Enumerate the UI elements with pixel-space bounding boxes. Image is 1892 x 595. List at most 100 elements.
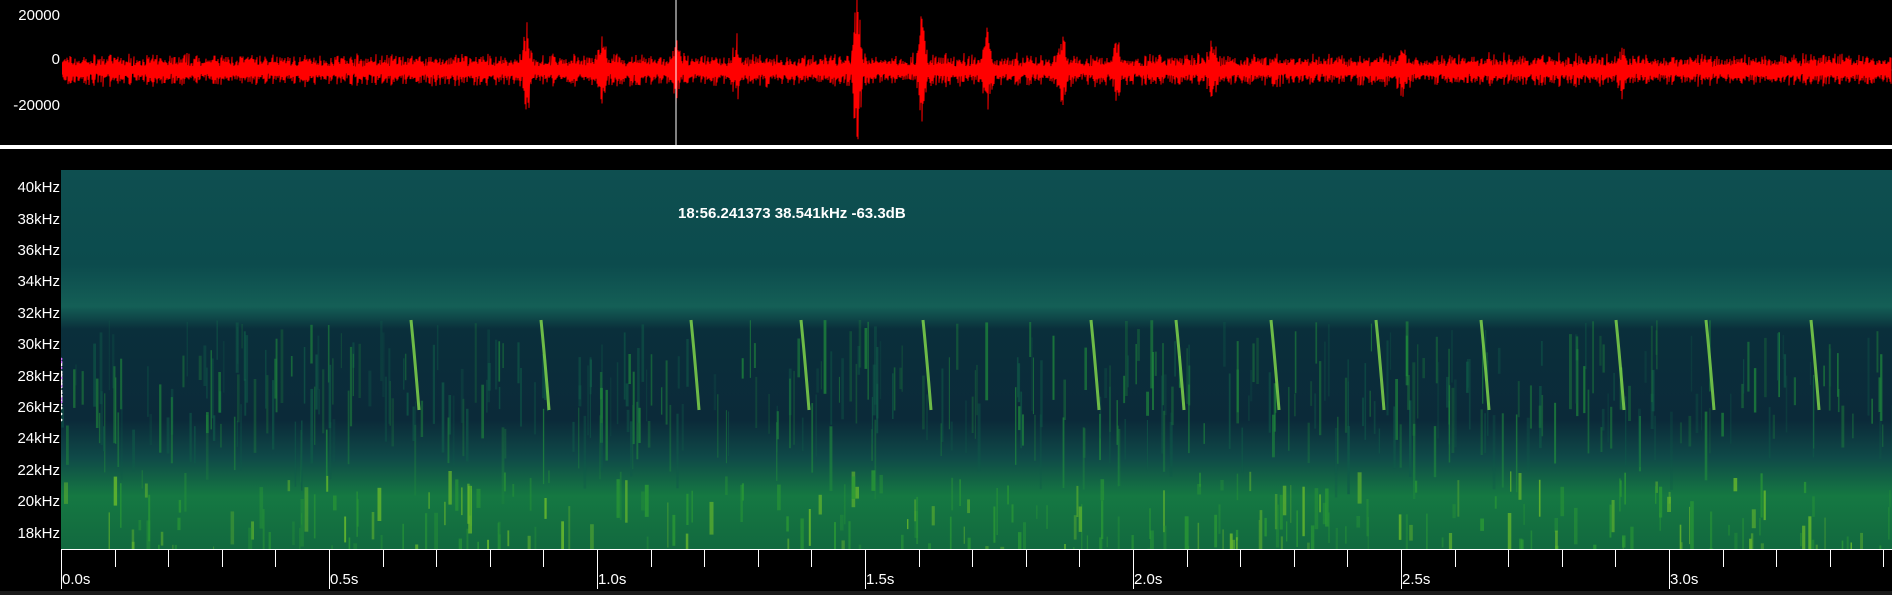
low-band-noise (1236, 473, 1239, 501)
low-band-noise (843, 484, 846, 525)
spectral-streak (501, 427, 505, 505)
low-band-noise (568, 506, 571, 549)
low-band-noise (1073, 515, 1077, 540)
low-band-noise (108, 512, 110, 549)
low-band-noise (1555, 530, 1558, 549)
low-band-noise (184, 473, 187, 512)
spectral-streak (1186, 348, 1188, 404)
spectral-streak (741, 358, 744, 379)
spectral-streak (1029, 322, 1032, 357)
low-band-noise (144, 483, 148, 498)
spectral-streak (1082, 427, 1085, 490)
spectral-streak (628, 354, 631, 384)
spectral-streak (1587, 389, 1590, 454)
spectral-streak (382, 332, 385, 397)
spectral-streak (768, 394, 770, 434)
spectral-streak (1575, 334, 1578, 404)
spectral-streak (222, 341, 225, 393)
spectral-streak (358, 343, 361, 398)
freq-label-22khz: 22kHz (17, 462, 60, 479)
spectral-streak (755, 376, 758, 428)
low-band-noise (529, 477, 532, 511)
low-band-noise (304, 487, 309, 532)
spectral-streak (922, 375, 925, 430)
low-band-noise (64, 482, 68, 504)
spectral-streak (676, 413, 679, 489)
low-band-noise (1507, 513, 1512, 549)
spectral-streak (976, 364, 978, 416)
low-band-noise (709, 501, 714, 535)
spectral-streak (113, 366, 116, 444)
spectral-streak (1600, 427, 1603, 452)
spectral-streak (212, 415, 216, 441)
spectral-streak (66, 425, 69, 465)
low-band-noise (476, 488, 481, 508)
low-band-noise (1690, 501, 1694, 549)
low-band-noise (725, 476, 728, 495)
spectral-streak (415, 401, 417, 442)
spectral-streak (100, 391, 103, 445)
spectral-streak (380, 320, 383, 382)
spectral-streak (965, 400, 968, 454)
waveform-panel[interactable]: 20000 0 -20000 (0, 0, 1892, 145)
spectral-streak (253, 379, 257, 453)
time-axis[interactable]: 0.0s 0.5s 1.0s 1.5s 2.0s 2.5s 3.0s (61, 549, 1892, 595)
low-band-noise (841, 540, 845, 549)
spectral-streak (347, 390, 350, 465)
spectral-streak (504, 428, 507, 459)
spectral-streak (147, 366, 149, 417)
spectral-streak (1018, 406, 1021, 431)
freq-label-38khz: 38kHz (17, 211, 60, 228)
freq-label-26khz: 26kHz (17, 399, 60, 416)
spectral-streak (830, 351, 833, 425)
spectral-streak (1170, 412, 1173, 467)
spectral-streak (1871, 398, 1873, 424)
spectral-streak (1638, 408, 1641, 468)
spectral-streak (1721, 412, 1724, 437)
spectral-streak (1104, 368, 1108, 398)
spectral-streak (322, 369, 325, 434)
low-band-noise (1622, 535, 1626, 548)
low-band-noise (1345, 526, 1347, 544)
spectral-streak (236, 326, 239, 364)
low-band-noise (959, 479, 961, 506)
spectral-streak (103, 426, 105, 452)
detection-marker (61, 370, 63, 374)
spectral-streak (1823, 365, 1825, 387)
spectral-streak (1867, 337, 1870, 416)
spectral-streak (1344, 377, 1348, 433)
spectrogram-panel[interactable]: 40kHz 38kHz 36kHz 34kHz 32kHz 30kHz 28kH… (0, 149, 1892, 595)
waveform-trace[interactable] (62, 0, 1892, 145)
spectral-streak (625, 383, 629, 407)
freq-label-18khz: 18kHz (17, 525, 60, 542)
spectral-streak (194, 426, 196, 464)
spectral-streak (616, 362, 619, 425)
spectral-streak (391, 398, 394, 447)
spectral-streak (647, 421, 651, 448)
spectral-streak (170, 397, 173, 464)
low-band-noise (326, 475, 329, 492)
spectral-streak (948, 357, 950, 430)
spectral-streak (1362, 397, 1364, 427)
spectral-streak (717, 394, 719, 458)
spectral-streak (447, 417, 450, 464)
spectral-streak (1124, 419, 1126, 460)
horizontal-scrollbar[interactable] (0, 591, 1892, 595)
spectral-streak (669, 404, 672, 472)
spectral-streak (1650, 325, 1653, 403)
low-band-noise (641, 491, 645, 511)
spectral-streak (1433, 426, 1437, 478)
spectral-streak (1307, 422, 1310, 463)
spectral-streak (600, 423, 603, 472)
spectral-streak (1467, 359, 1469, 388)
spectral-streak (533, 382, 536, 435)
spectral-streak (630, 421, 633, 477)
low-band-noise (1510, 471, 1512, 492)
spectrogram-image[interactable] (61, 170, 1892, 549)
low-band-noise (477, 541, 479, 549)
low-band-noise (1574, 507, 1578, 545)
spectral-streak (749, 320, 751, 378)
low-band-noise (1448, 533, 1453, 549)
spectral-streak (1327, 324, 1330, 397)
spectral-streak (661, 387, 663, 415)
